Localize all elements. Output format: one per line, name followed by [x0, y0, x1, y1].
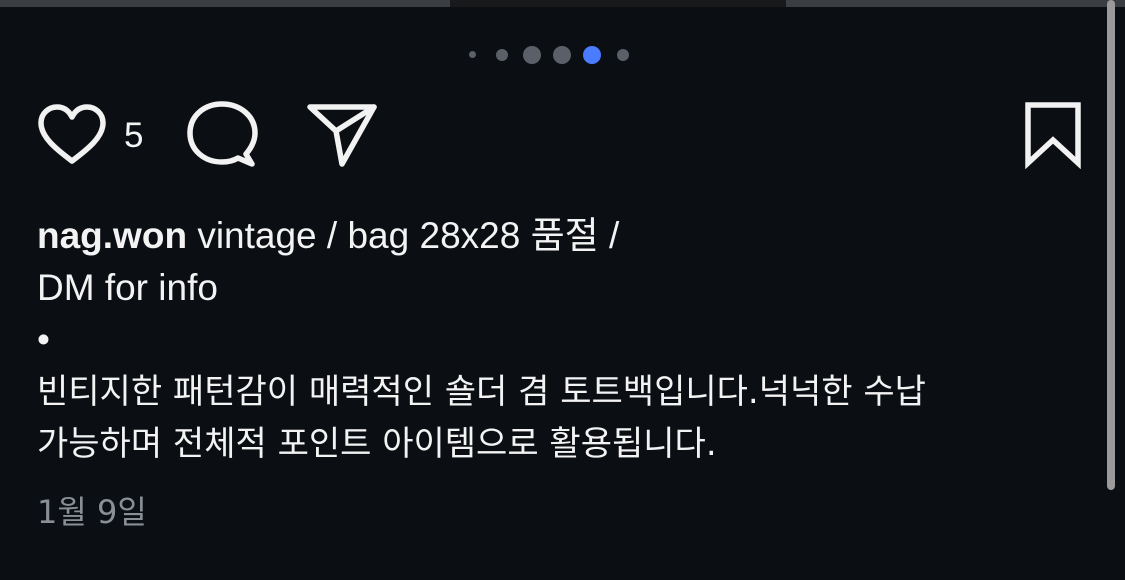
- caption-text: 빈티지한 패턴감이 매력적인 숄더 겸 토트백입니다.넉넉한 수납: [37, 372, 926, 412]
- post-caption: nag.won vintage / bag 28x28 품절 / DM for …: [37, 210, 1097, 470]
- caption-text: vintage / bag 28x28 품절 /: [197, 215, 620, 256]
- caption-bullet: •: [37, 319, 50, 360]
- username-link[interactable]: nag.won: [37, 215, 187, 256]
- heart-icon: [38, 104, 106, 164]
- send-icon: [307, 104, 377, 167]
- caption-text: 가능하며 전체적 포인트 아이템으로 활용됩니다.: [37, 424, 717, 464]
- caption-text: DM for info: [37, 267, 218, 308]
- save-button[interactable]: [1023, 101, 1083, 169]
- like-count[interactable]: 5: [124, 118, 143, 154]
- comment-icon: [187, 101, 258, 167]
- scrollbar[interactable]: [1107, 0, 1115, 490]
- share-button[interactable]: [306, 101, 378, 169]
- post-date: 1월 9일: [37, 493, 147, 531]
- comment-button[interactable]: [186, 100, 258, 170]
- like-button[interactable]: [36, 103, 108, 167]
- bookmark-icon: [1025, 102, 1081, 169]
- post-actions-bar: 5: [0, 0, 1125, 180]
